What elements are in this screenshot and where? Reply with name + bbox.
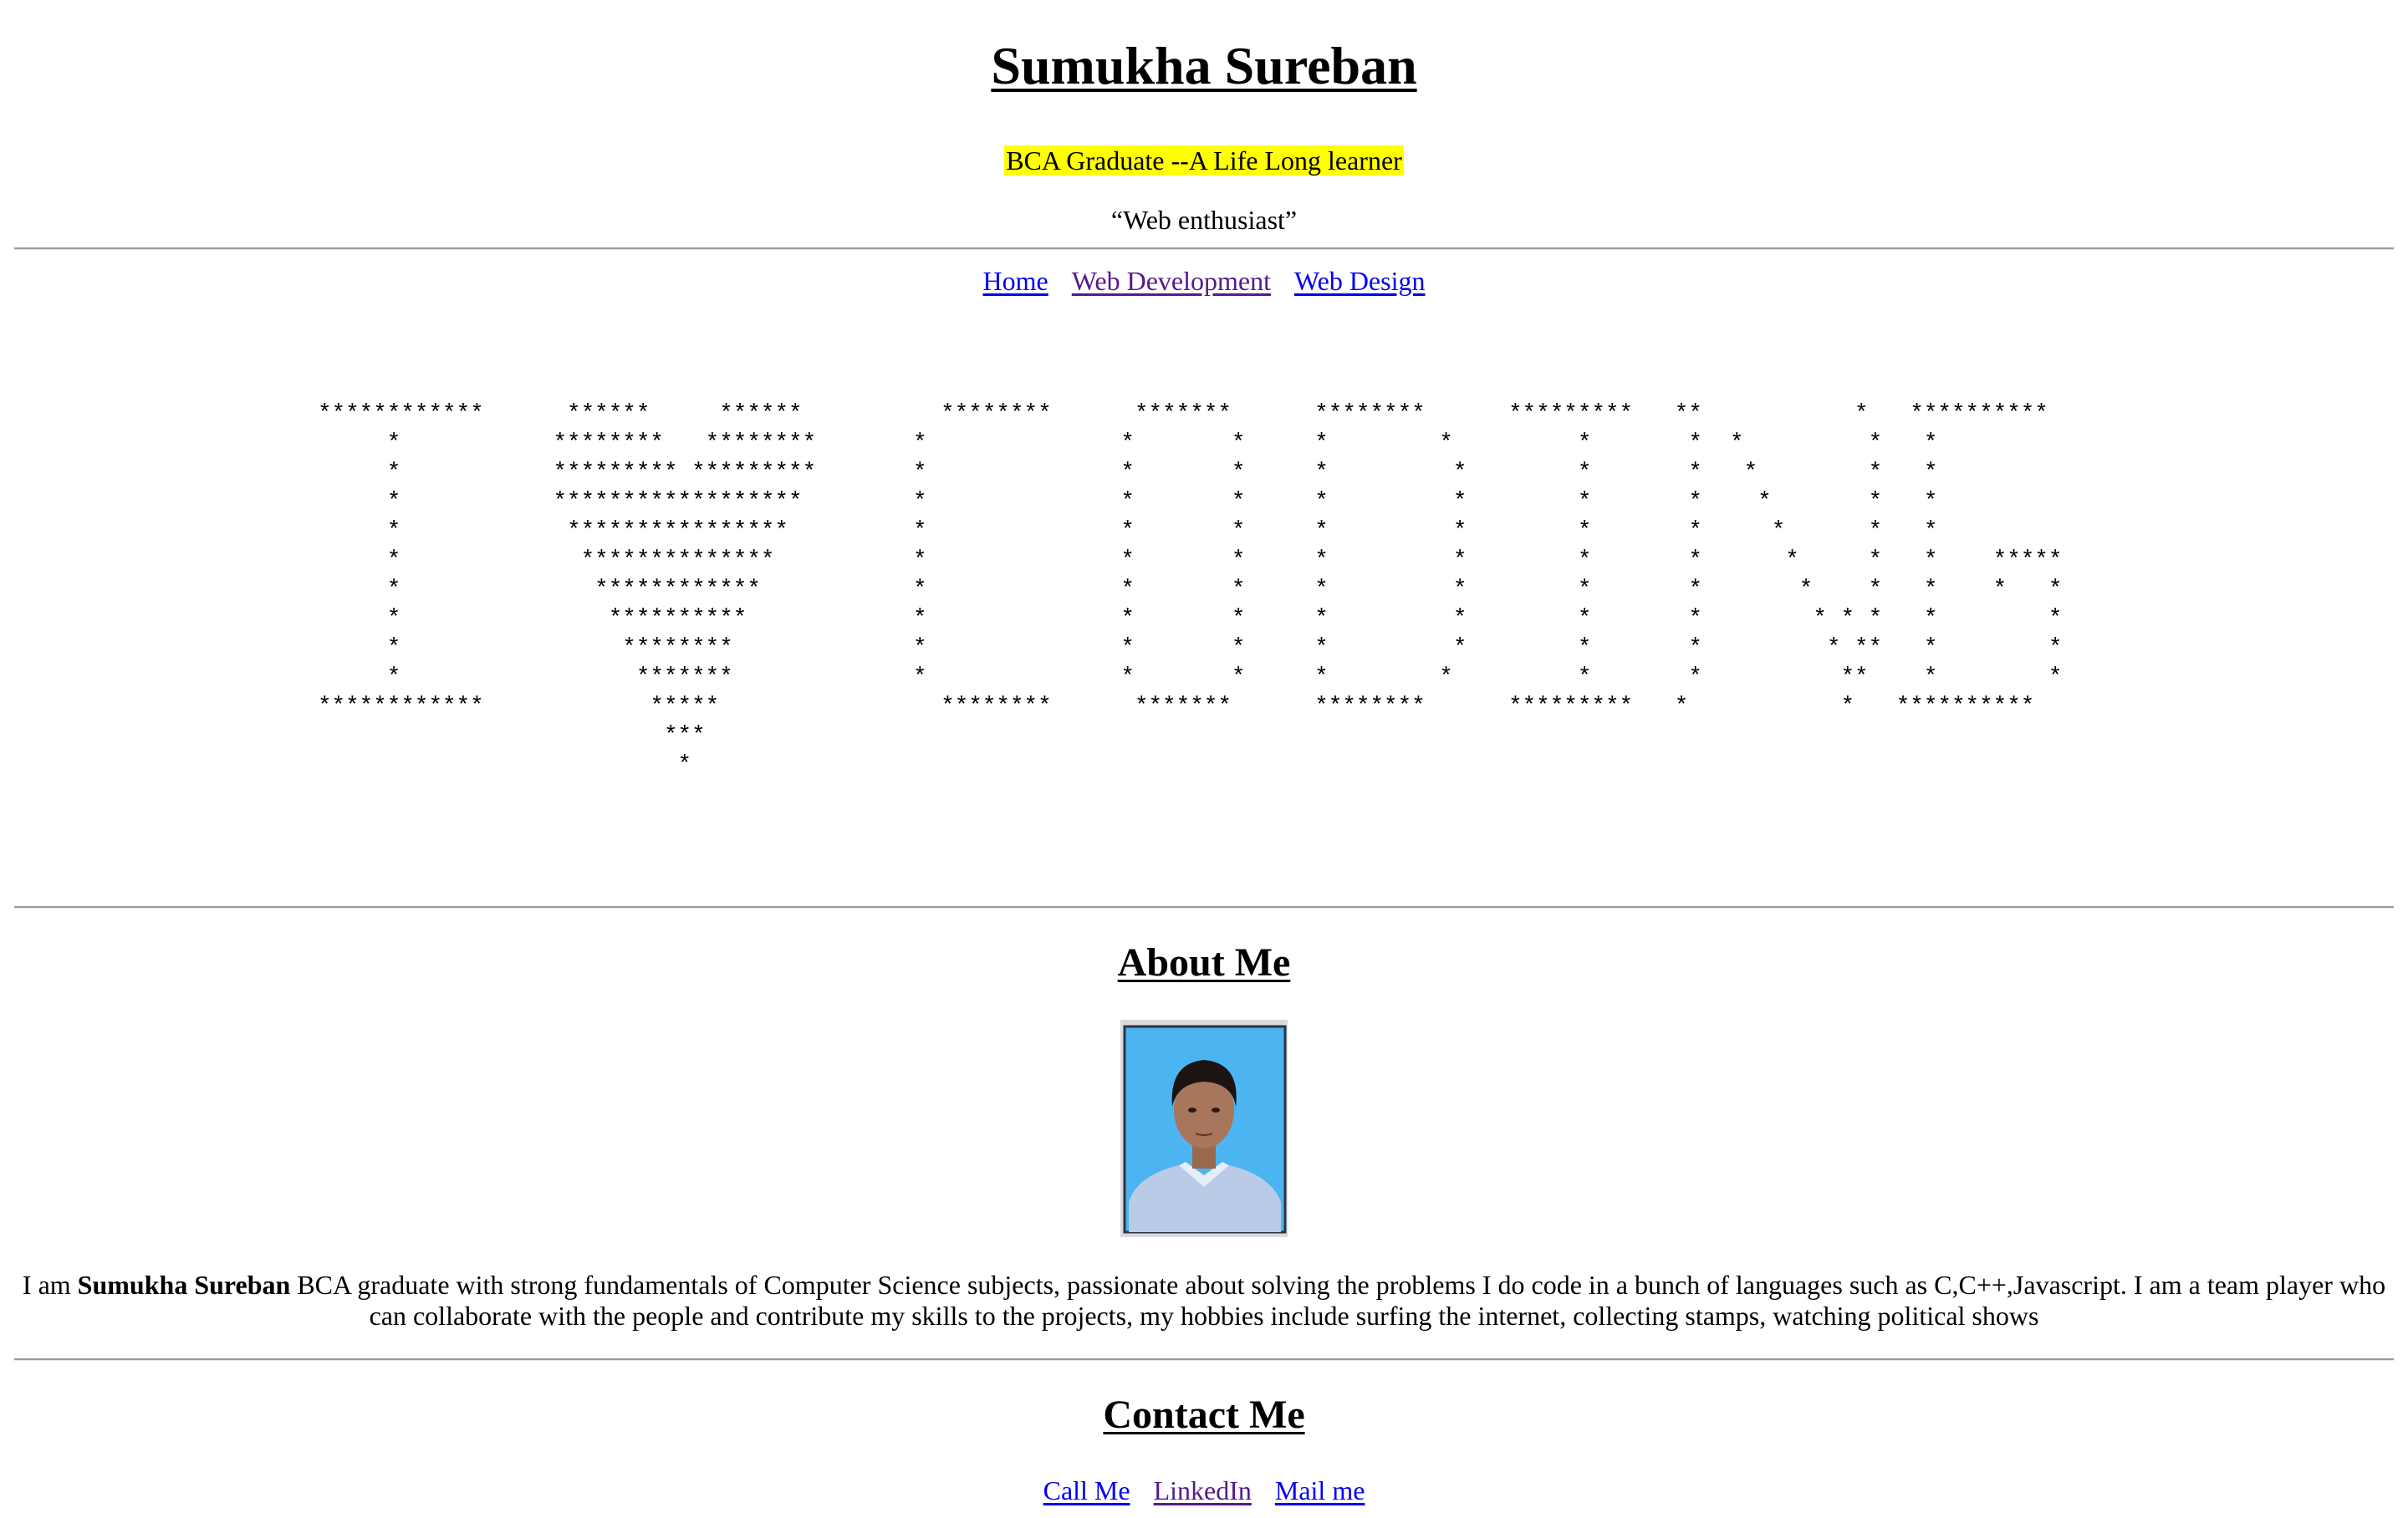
page-title: Sumukha Sureban <box>991 36 1417 95</box>
profile-photo <box>1120 1020 1288 1237</box>
main-nav: Home Web Development Web Design <box>0 266 2408 297</box>
about-paragraph: I am Sumukha Sureban BCA graduate with s… <box>17 1270 2391 1332</box>
profile-photo-image <box>1120 1020 1288 1237</box>
bio-name: Sumukha Sureban <box>77 1270 291 1300</box>
about-heading: About Me <box>1117 940 1291 985</box>
nav-link-web-design[interactable]: Web Design <box>1294 266 1426 296</box>
page: Sumukha Sureban BCA Graduate --A Life Lo… <box>0 0 2408 1518</box>
nav-link-home[interactable]: Home <box>983 266 1048 296</box>
ascii-art-banner: ************ ****** ****** ******** ****… <box>318 401 2063 778</box>
tagline-line: BCA Graduate --A Life Long learner <box>0 145 2408 176</box>
contact-heading: Contact Me <box>1103 1393 1305 1437</box>
contact-link-mail[interactable]: Mail me <box>1275 1475 1365 1505</box>
contact-link-linkedin[interactable]: LinkedIn <box>1154 1475 1252 1505</box>
contact-links: Call Me LinkedIn Mail me <box>0 1475 2408 1506</box>
bio-intro: I am <box>22 1270 78 1300</box>
tagline-highlight: BCA Graduate --A Life Long learner <box>1004 145 1404 176</box>
bio-text: BCA graduate with strong fundamentals of… <box>290 1270 2386 1331</box>
divider-bottom <box>14 1358 2394 1361</box>
quote-text: “Web enthusiast” <box>1110 205 1298 235</box>
contact-link-call[interactable]: Call Me <box>1043 1475 1130 1505</box>
divider-top <box>14 247 2394 250</box>
divider-middle <box>14 906 2394 909</box>
nav-link-web-development[interactable]: Web Development <box>1072 266 1271 296</box>
